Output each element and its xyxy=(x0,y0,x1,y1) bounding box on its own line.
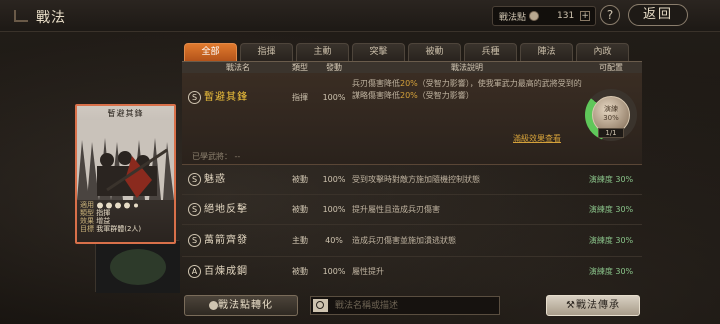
tactic-type: 主動 xyxy=(292,236,308,245)
proficiency: 演練度 30% xyxy=(588,236,634,245)
coin-icon xyxy=(209,300,218,310)
card-info: 適用 類型 指揮 效果 增益 目標 我軍群體(2人) xyxy=(77,200,174,242)
proficiency: 演練度 30% xyxy=(588,205,634,214)
coin-icon xyxy=(529,11,540,21)
table-row[interactable]: S 萬箭齊發 主動 40% 造成兵刃傷害並施加潰逃狀態 演練度 30% xyxy=(182,225,642,257)
card-art-image xyxy=(77,120,174,200)
tab-active[interactable]: 主動 xyxy=(296,43,349,61)
add-points-button[interactable]: + xyxy=(580,11,591,21)
grade-badge: S xyxy=(188,91,201,104)
category-tabs: 全部 指揮 主動 突擊 被動 兵種 陣法 內政 xyxy=(184,43,632,61)
tab-passive[interactable]: 被動 xyxy=(408,43,461,61)
page-title: 戰法 xyxy=(36,10,66,26)
grade-badge: S xyxy=(188,234,201,247)
troop-type-icons xyxy=(97,202,139,208)
proficiency: 演練度 30% xyxy=(588,267,634,276)
table-row-selected[interactable]: S 暫避其鋒 指揮 100% 兵刃傷害降低20%（受智力影響），使我軍武力最高的… xyxy=(182,73,642,165)
max-level-effect-link[interactable]: 滿級效果查看 xyxy=(513,133,561,144)
title-decoration-icon xyxy=(14,10,28,22)
table-row[interactable]: S 魅惑 被動 100% 受到攻擊時對敵方施加隨機控制狀態 演練度 30% xyxy=(182,165,642,195)
tactic-type: 被動 xyxy=(292,205,308,214)
card-art-shadow xyxy=(96,241,180,293)
tactic-points-display: 戰法點 131 + xyxy=(492,6,596,26)
grade-badge: S xyxy=(188,203,201,216)
search-input[interactable] xyxy=(335,298,495,313)
tactic-trigger: 100% xyxy=(322,93,346,102)
points-label: 戰法點 xyxy=(499,12,527,23)
learned-generals: 已學武將： -- xyxy=(192,152,241,161)
table-row[interactable]: S 絕地反擊 被動 100% 提升屬性且造成兵刃傷害 演練度 30% xyxy=(182,195,642,225)
tactic-description: 兵刃傷害降低20%（受智力影響），使我軍武力最高的武將受到的謀略傷害降低20%（… xyxy=(352,79,582,100)
tactic-trigger: 100% xyxy=(322,175,346,184)
tab-all[interactable]: 全部 xyxy=(184,43,237,61)
tactic-name: 暫避其鋒 xyxy=(204,92,248,103)
tactic-trigger: 100% xyxy=(322,267,346,276)
grade-badge: S xyxy=(188,173,201,186)
tactic-description: 造成兵刃傷害並施加潰逃狀態 xyxy=(352,236,456,245)
top-bar: 戰法 戰法點 131 + ? 返回 xyxy=(0,0,720,32)
convert-points-button[interactable]: 戰法點轉化 xyxy=(184,295,298,316)
hammer-icon: ⚒ xyxy=(566,300,576,311)
tab-command[interactable]: 指揮 xyxy=(240,43,293,61)
tactic-trigger: 100% xyxy=(322,205,346,214)
table-row[interactable]: A 百煉成鋼 被動 100% 屬性提升 演練度 30% xyxy=(182,257,642,287)
points-value: 131 xyxy=(557,11,575,21)
tactic-description: 提升屬性且造成兵刃傷害 xyxy=(352,205,440,214)
tab-troop[interactable]: 兵種 xyxy=(464,43,517,61)
tab-formation[interactable]: 陣法 xyxy=(520,43,573,61)
tactic-type: 被動 xyxy=(292,175,308,184)
card-stack-back xyxy=(95,240,180,293)
tab-internal[interactable]: 內政 xyxy=(576,43,629,61)
tactic-description: 受到攻擊時對敵方施加隨機控制狀態 xyxy=(352,175,480,184)
tactic-card[interactable]: 暫避其鋒 適用 類型 指揮 效果 增益 目標 我軍群體(2人) xyxy=(75,104,176,244)
grade-badge: A xyxy=(188,265,201,278)
table-header: 戰法名 類型 發動 戰法說明 可配置 xyxy=(182,61,642,73)
tactic-type: 指揮 xyxy=(292,93,308,102)
tactic-name: 魅惑 xyxy=(204,174,226,185)
tab-assault[interactable]: 突擊 xyxy=(352,43,405,61)
tactic-description: 屬性提升 xyxy=(352,267,384,276)
help-button[interactable]: ? xyxy=(600,5,620,25)
tactic-name: 絕地反擊 xyxy=(204,204,248,215)
tactic-trigger: 40% xyxy=(325,236,343,245)
card-title: 暫避其鋒 xyxy=(107,109,144,118)
inherit-tactic-button[interactable]: ⚒戰法傳承 xyxy=(546,295,640,316)
search-box xyxy=(310,296,500,315)
search-icon[interactable] xyxy=(313,299,328,312)
tactics-table: 戰法名 類型 發動 戰法說明 可配置 S 暫避其鋒 指揮 100% 兵刃傷害降低… xyxy=(182,61,642,295)
tactic-name: 百煉成鋼 xyxy=(204,266,248,277)
back-button[interactable]: 返回 xyxy=(628,4,688,26)
tactic-name: 萬箭齊發 xyxy=(204,235,248,246)
configured-count: 1/1 xyxy=(598,128,624,138)
proficiency: 演練度 30% xyxy=(588,175,634,184)
tactic-type: 被動 xyxy=(292,267,308,276)
